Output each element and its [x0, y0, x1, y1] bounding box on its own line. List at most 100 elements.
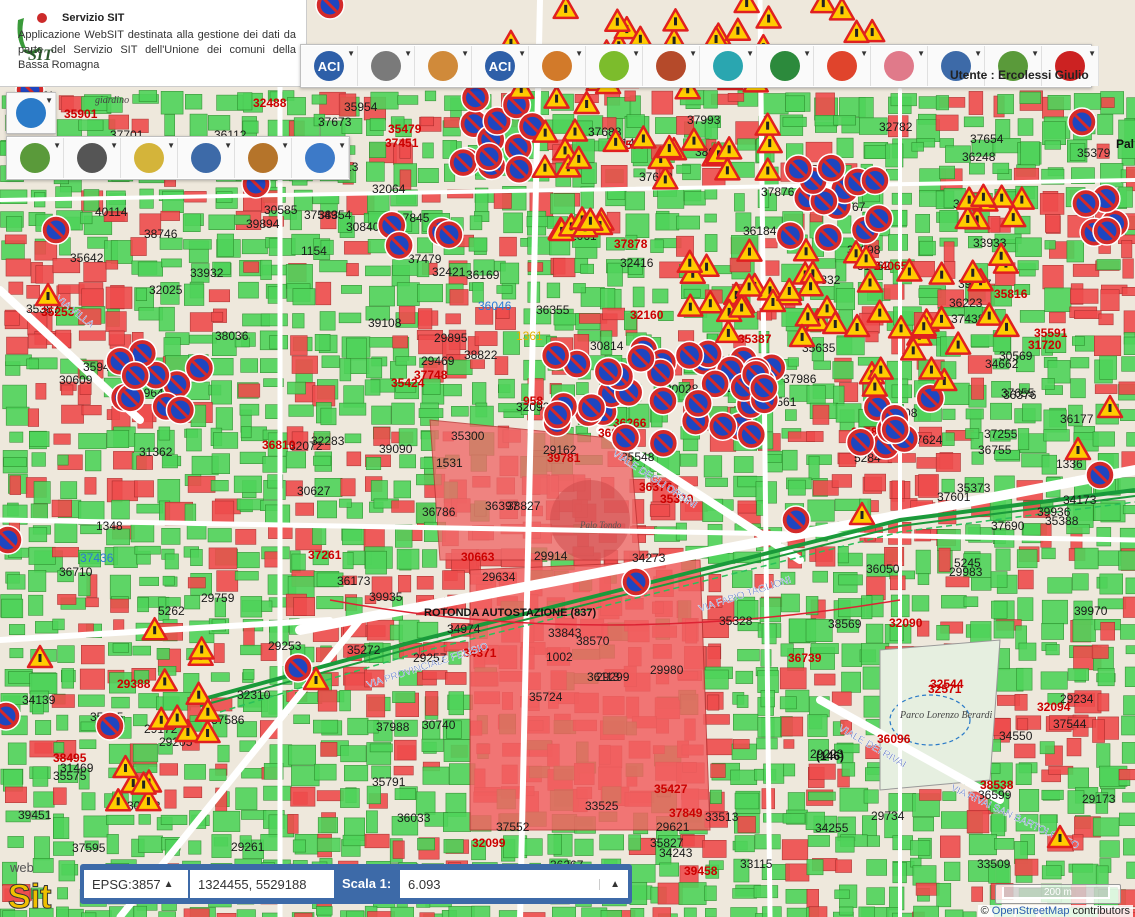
select-button[interactable]: ▼ — [235, 138, 292, 178]
sit-logo-button[interactable]: ▼ — [757, 46, 814, 86]
no-parking-sign-icon[interactable] — [0, 525, 23, 555]
no-parking-sign-icon[interactable] — [540, 340, 571, 371]
parcel — [705, 477, 728, 487]
no-parking-sign-icon[interactable] — [434, 219, 464, 250]
no-parking-sign-icon[interactable] — [880, 414, 910, 445]
no-parking-sign-icon[interactable] — [674, 340, 705, 371]
no-parking-sign-icon[interactable] — [41, 215, 71, 245]
dropdown-caret-icon[interactable]: ▼ — [281, 141, 289, 150]
no-parking-sign-icon[interactable] — [384, 230, 414, 261]
no-parking-sign-icon[interactable] — [576, 392, 607, 423]
no-parking-sign-icon[interactable] — [448, 147, 478, 178]
parcel — [469, 215, 483, 231]
no-parking-sign-icon[interactable] — [1092, 216, 1122, 246]
no-parking-sign-icon[interactable] — [648, 428, 679, 459]
attribution-link[interactable]: OpenStreetMap — [992, 905, 1070, 917]
no-parking-sign-icon[interactable] — [816, 153, 846, 183]
dropdown-caret-icon[interactable]: ▼ — [224, 141, 232, 150]
print-button[interactable]: ▼ — [64, 138, 121, 178]
dropdown-caret-icon[interactable]: ▼ — [803, 49, 811, 58]
no-parking-sign-icon[interactable] — [95, 711, 125, 741]
coordinates-field[interactable]: 1324455, 5529188 — [190, 870, 334, 898]
no-parking-sign-icon[interactable] — [813, 222, 844, 253]
roads-button[interactable]: ▼ — [871, 46, 928, 86]
palazzo-label: Palo Tondo — [579, 520, 622, 530]
no-parking-sign-icon[interactable] — [504, 154, 534, 185]
parcel — [416, 575, 434, 590]
parcel — [831, 691, 852, 706]
layers-button[interactable]: ▼ — [7, 93, 56, 133]
no-parking-sign-icon[interactable] — [736, 419, 767, 450]
dropdown-caret-icon[interactable]: ▼ — [689, 49, 697, 58]
parcel — [321, 355, 340, 368]
no-parking-sign-icon[interactable] — [474, 142, 504, 172]
no-parking-sign-icon[interactable] — [0, 701, 21, 731]
cadastre-button[interactable]: ▼ — [529, 46, 586, 86]
dropdown-caret-icon[interactable]: ▼ — [575, 49, 583, 58]
dropdown-caret-icon[interactable]: ▼ — [974, 49, 982, 58]
scale-select[interactable]: 6.093 ▲ — [400, 870, 628, 898]
dropdown-caret-icon[interactable]: ▼ — [1088, 49, 1096, 58]
warning-mark — [1000, 193, 1004, 202]
no-parking-sign-icon[interactable] — [1085, 460, 1115, 490]
dropdown-caret-icon[interactable]: ▼ — [45, 96, 53, 105]
no-parking-sign-icon[interactable] — [775, 220, 806, 251]
dropdown-caret-icon[interactable]: ▼ — [518, 49, 526, 58]
parcel — [991, 600, 1008, 619]
warning-mark — [809, 282, 813, 291]
no-parking-sign-icon[interactable] — [184, 353, 215, 383]
dropdown-caret-icon[interactable]: ▼ — [338, 141, 346, 150]
dropdown-caret-icon[interactable]: ▼ — [53, 141, 61, 150]
notebook-button[interactable]: ▼ — [700, 46, 757, 86]
road-graph-button[interactable]: ▼ — [358, 46, 415, 86]
no-parking-sign-icon[interactable] — [626, 343, 656, 373]
parcel — [1039, 193, 1065, 215]
dropdown-caret-icon[interactable]: ▼ — [917, 49, 925, 58]
dropdown-caret-icon[interactable]: ▼ — [404, 49, 412, 58]
no-parking-sign-icon[interactable] — [1071, 188, 1101, 219]
parcel — [295, 502, 315, 516]
zoom-button[interactable]: ▼ — [7, 138, 64, 178]
no-parking-sign-icon[interactable] — [860, 165, 890, 196]
tools-button[interactable]: ▼ — [814, 46, 871, 86]
parcel — [971, 377, 985, 400]
no-parking-sign-icon[interactable] — [1067, 107, 1097, 137]
no-parking-sign-icon[interactable] — [781, 505, 811, 535]
dropdown-caret-icon[interactable]: ▼ — [860, 49, 868, 58]
no-parking-sign-icon[interactable] — [120, 360, 150, 391]
no-parking-sign-icon[interactable] — [542, 400, 573, 430]
dropdown-caret-icon[interactable]: ▼ — [746, 49, 754, 58]
epsg-select[interactable]: EPSG:3857 ▲ — [84, 870, 188, 898]
no-parking-sign-icon[interactable] — [707, 411, 738, 441]
dropdown-caret-icon[interactable]: ▼ — [110, 141, 118, 150]
dropdown-caret-icon[interactable]: ▼ — [167, 141, 175, 150]
warning-mark — [153, 626, 157, 635]
users-button[interactable]: ▼ — [415, 46, 472, 86]
no-parking-sign-icon[interactable] — [283, 653, 313, 683]
no-parking-sign-icon[interactable] — [610, 423, 641, 453]
no-parking-sign-icon[interactable] — [648, 385, 678, 416]
aci-layer-1-button[interactable]: ACI ▼ — [301, 46, 358, 86]
legend-button[interactable]: ▼ — [178, 138, 235, 178]
dropdown-caret-icon[interactable]: ▼ — [461, 49, 469, 58]
no-parking-sign-icon[interactable] — [749, 372, 779, 403]
aci-layer-2-button[interactable]: ACI ▼ — [472, 46, 529, 86]
urban-planning-button[interactable]: ▼ — [586, 46, 643, 86]
parcel-label: 29621 — [656, 820, 690, 834]
no-parking-sign-icon[interactable] — [683, 388, 713, 419]
no-parking-sign-icon[interactable] — [593, 356, 624, 387]
dropdown-caret-icon[interactable]: ▼ — [632, 49, 640, 58]
parcel — [291, 553, 306, 571]
no-parking-sign-icon[interactable] — [864, 203, 894, 234]
help-button[interactable]: ▼ — [292, 138, 349, 178]
dropdown-caret-icon[interactable]: ▼ — [347, 49, 355, 58]
no-parking-sign-icon[interactable] — [621, 567, 651, 597]
parcel-label: 30627 — [297, 484, 331, 498]
buildings-button[interactable]: ▼ — [643, 46, 700, 86]
no-parking-sign-icon[interactable] — [165, 395, 196, 425]
no-parking-sign-icon[interactable] — [783, 154, 814, 184]
measure-button[interactable]: ▼ — [121, 138, 178, 178]
scale-caret-icon[interactable]: ▲ — [599, 878, 620, 890]
dropdown-caret-icon[interactable]: ▼ — [1031, 49, 1039, 58]
no-parking-sign-icon[interactable] — [845, 427, 876, 457]
